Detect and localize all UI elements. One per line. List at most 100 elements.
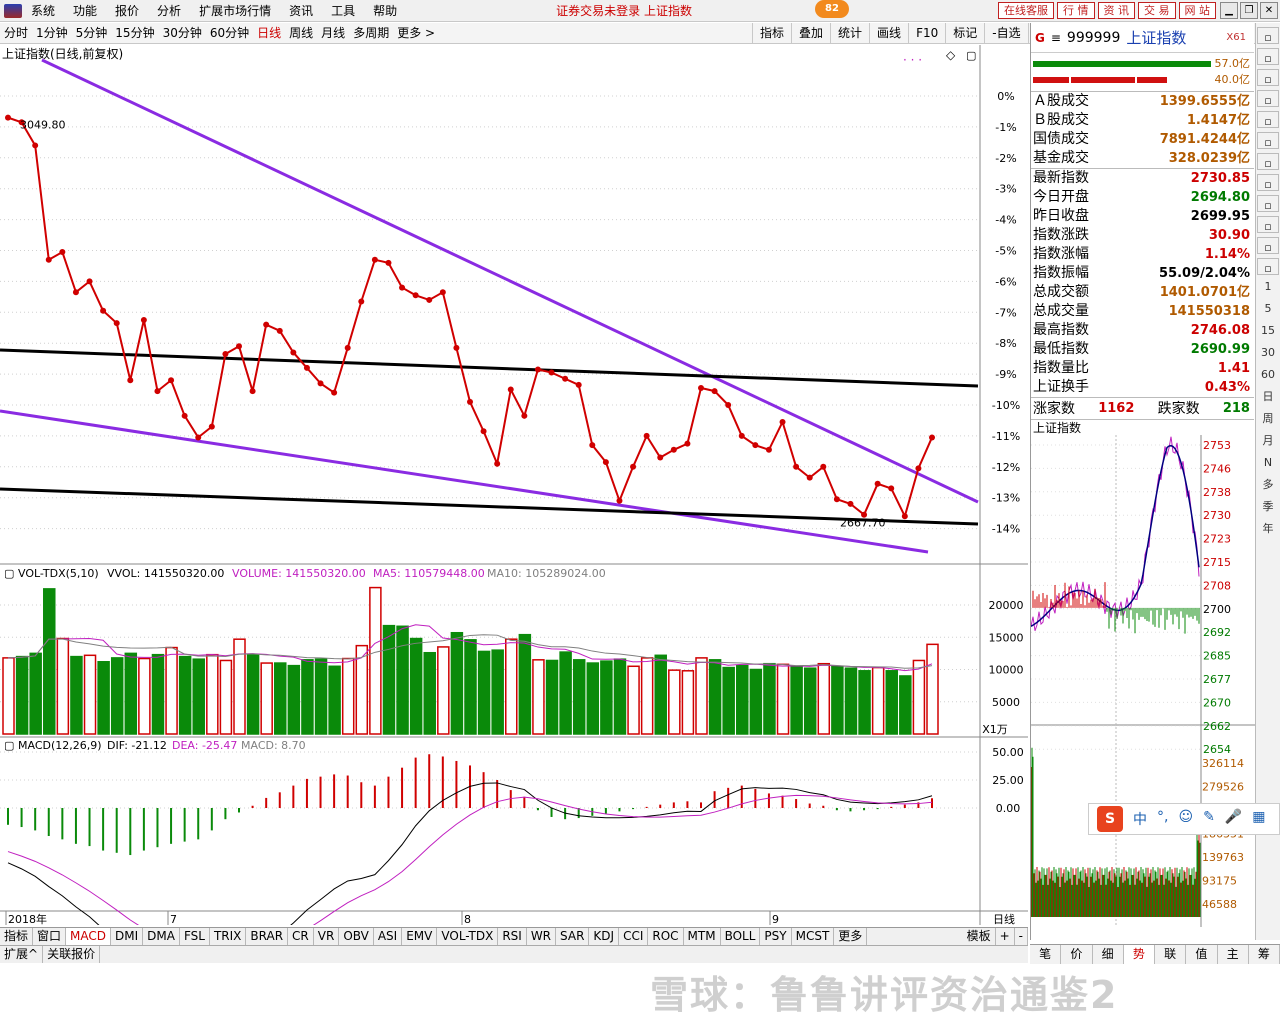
indicator-tab[interactable]: VR xyxy=(314,928,340,945)
period-tab[interactable]: 60分钟 xyxy=(206,23,253,44)
tool-icon[interactable]: ▫ xyxy=(1257,132,1279,149)
ime-toolbar[interactable]: S 中 °, ☺ ✎ 🎤 ▦ xyxy=(1088,803,1280,835)
tool-icon[interactable]: ▫ xyxy=(1257,153,1279,170)
period-tab[interactable]: 1分钟 xyxy=(32,23,72,44)
menu-lines-icon[interactable]: ≡ xyxy=(1051,31,1061,45)
period-shortcut[interactable]: 5 xyxy=(1257,299,1279,319)
indicator-tab[interactable]: VOL-TDX xyxy=(437,928,499,945)
indicator-tab[interactable]: BRAR xyxy=(246,928,289,945)
indicator-tab[interactable]: 指标 xyxy=(0,928,34,945)
indicator-tab[interactable]: PSY xyxy=(760,928,792,945)
top-button[interactable]: 资 讯 xyxy=(1097,2,1135,19)
tool-icon[interactable]: ▫ xyxy=(1257,258,1279,275)
indicator-tab[interactable]: 更多 xyxy=(834,928,868,945)
chart-tool-button[interactable]: 指标 xyxy=(752,22,791,44)
chart-area[interactable]: 上证指数(日线,前复权) · · · ◇ ▢ 0% -1% -2% -3% -4% -5% -6% -… xyxy=(0,45,1028,977)
chart-tool-button[interactable]: 标记 xyxy=(945,22,984,44)
period-tab[interactable]: 分时 xyxy=(0,23,32,44)
panel-tab[interactable]: 笔 xyxy=(1030,945,1062,964)
period-tab[interactable]: 30分钟 xyxy=(159,23,206,44)
ime-item[interactable]: °, xyxy=(1157,809,1168,829)
status-item[interactable]: 扩展^ xyxy=(0,946,44,963)
panel-tab[interactable]: 价 xyxy=(1061,945,1093,964)
period-shortcut[interactable]: N xyxy=(1257,453,1279,473)
period-tab[interactable]: 日线 xyxy=(253,23,285,44)
restore-icon[interactable]: ❐ xyxy=(1240,2,1258,19)
ime-item[interactable]: ☺ xyxy=(1178,809,1193,829)
period-tab[interactable]: 更多 > xyxy=(393,23,439,44)
tool-icon[interactable]: ▫ xyxy=(1257,27,1279,44)
indicator-tab[interactable]: OBV xyxy=(339,928,374,945)
status-item[interactable]: 关联报价 xyxy=(43,946,101,963)
chart-tool-button[interactable]: -自选 xyxy=(984,22,1027,44)
menu-item[interactable]: 分析 xyxy=(148,0,190,22)
menu-item[interactable]: 资讯 xyxy=(280,0,322,22)
tool-icon[interactable]: ▫ xyxy=(1257,48,1279,65)
tool-icon[interactable]: ▫ xyxy=(1257,174,1279,191)
period-shortcut[interactable]: 15 xyxy=(1257,321,1279,341)
indicator-tab[interactable]: DMI xyxy=(111,928,144,945)
tool-icon[interactable]: ▫ xyxy=(1257,111,1279,128)
indicator-tab[interactable]: KDJ xyxy=(589,928,620,945)
ime-logo[interactable]: S xyxy=(1097,806,1123,832)
period-shortcut[interactable]: 月 xyxy=(1257,431,1279,451)
indicator-tab[interactable]: WR xyxy=(527,928,557,945)
tool-icon[interactable]: ▫ xyxy=(1257,237,1279,254)
top-button[interactable]: 在线客服 xyxy=(998,2,1054,19)
top-button[interactable]: 交 易 xyxy=(1138,2,1176,19)
chart-tool-button[interactable]: 叠加 xyxy=(791,22,830,44)
close-icon[interactable]: ✕ xyxy=(1260,2,1278,19)
notification-badge[interactable]: 82 xyxy=(815,0,849,18)
menu-item[interactable]: 功能 xyxy=(64,0,106,22)
template-button[interactable]: - xyxy=(1015,928,1028,945)
tool-icon[interactable]: ▫ xyxy=(1257,216,1279,233)
indicator-tab[interactable]: CCI xyxy=(619,928,649,945)
panel-tab[interactable]: 主 xyxy=(1218,945,1249,964)
period-tab[interactable]: 15分钟 xyxy=(111,23,158,44)
indicator-tab[interactable]: SAR xyxy=(556,928,590,945)
ime-item[interactable]: ▦ xyxy=(1252,809,1265,829)
period-tab[interactable]: 多周期 xyxy=(349,23,393,44)
template-button[interactable]: + xyxy=(996,928,1015,945)
period-tab[interactable]: 5分钟 xyxy=(72,23,112,44)
period-shortcut[interactable]: 季 xyxy=(1257,497,1279,517)
panel-tab[interactable]: 值 xyxy=(1186,945,1218,964)
ime-item[interactable]: 🎤 xyxy=(1225,809,1242,829)
period-shortcut[interactable]: 1 xyxy=(1257,277,1279,297)
period-shortcut[interactable]: 30 xyxy=(1257,343,1279,363)
indicator-tab[interactable]: EMV xyxy=(402,928,438,945)
period-shortcut[interactable]: 年 xyxy=(1257,519,1279,539)
chart-tool-button[interactable]: 画线 xyxy=(869,22,908,44)
indicator-tab[interactable]: CR xyxy=(288,928,314,945)
indicator-tab[interactable]: BOLL xyxy=(721,928,761,945)
indicator-tab[interactable]: TRIX xyxy=(210,928,247,945)
menu-item[interactable]: 系统 xyxy=(22,0,64,22)
panel-tab[interactable]: 筹 xyxy=(1249,945,1280,964)
indicator-tab[interactable]: MACD xyxy=(66,928,112,945)
indicator-tab[interactable]: DMA xyxy=(143,928,180,945)
indicator-tab[interactable]: ASI xyxy=(374,928,403,945)
period-shortcut[interactable]: 周 xyxy=(1257,409,1279,429)
ime-item[interactable]: 中 xyxy=(1133,809,1147,829)
top-button[interactable]: 网 站 xyxy=(1178,2,1216,19)
tool-icon[interactable]: ▫ xyxy=(1257,69,1279,86)
intraday-mini-chart[interactable]: 2753 2746 2738 2730 2723 2715 2708 2700 2692 2685… xyxy=(1030,435,1255,927)
top-button[interactable]: 行 情 xyxy=(1057,2,1095,19)
indicator-tab[interactable]: FSL xyxy=(180,928,210,945)
minimize-icon[interactable]: ▁ xyxy=(1220,2,1238,19)
period-tab[interactable]: 周线 xyxy=(285,23,317,44)
period-shortcut[interactable]: 多 xyxy=(1257,475,1279,495)
period-shortcut[interactable]: 日 xyxy=(1257,387,1279,407)
period-shortcut[interactable]: 60 xyxy=(1257,365,1279,385)
tool-icon[interactable]: ▫ xyxy=(1257,195,1279,212)
indicator-tab[interactable]: RSI xyxy=(498,928,527,945)
tool-icon[interactable]: ▫ xyxy=(1257,90,1279,107)
menu-item[interactable]: 工具 xyxy=(322,0,364,22)
indicator-tab[interactable]: MCST xyxy=(792,928,835,945)
indicator-tab[interactable]: MTM xyxy=(684,928,721,945)
menu-item[interactable]: 帮助 xyxy=(364,0,406,22)
period-tab[interactable]: 月线 xyxy=(317,23,349,44)
kline-chart-svg[interactable]: 上证指数(日线,前复权) · · · ◇ ▢ 0% -1% -2% -3% -4% -5% -6% -… xyxy=(0,45,1028,977)
chart-tool-button[interactable]: 统计 xyxy=(830,22,869,44)
menu-item[interactable]: 报价 xyxy=(106,0,148,22)
